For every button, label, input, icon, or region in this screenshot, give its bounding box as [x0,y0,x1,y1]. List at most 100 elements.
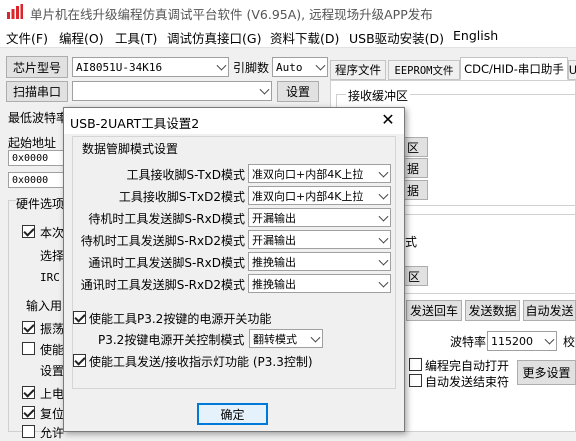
dialog-title-bar: USB-2UART工具设置2 ✕ [64,108,404,134]
power-mode-value: 翻转模式 [253,332,297,346]
txd-mode-select[interactable]: 准双向口+内部4K上拉 [248,164,391,183]
address2-input[interactable]: 0x0000 [8,172,64,188]
menu-bar: 文件(F) 编程(O) 工具(T) 调试仿真接口(G) 资料下载(D) USB驱… [0,24,576,48]
start-address-input[interactable]: 0x0000 [8,150,64,166]
baud-rate-value: 115200 [491,334,533,348]
chevron-down-icon [259,84,270,95]
baud-rate-label: 波特率 [450,335,487,349]
txd2-mode-select[interactable]: 准双向口+内部4K上拉 [248,186,391,205]
comm-rxd2-mode-label: 通讯时工具发送脚S-RxD2模式 [80,278,245,292]
txd2-mode-label: 工具接收脚S-TxD2模式 [118,190,245,204]
chevron-down-icon [378,233,389,244]
tab-eeprom-file[interactable]: EEPROM文件 [388,60,460,80]
indicator-enable-checkbox[interactable] [73,354,86,367]
address2-value: 0x0000 [12,174,49,186]
option-label-5: 振荡 [40,322,65,336]
send-return-button[interactable]: 发送回车 [406,300,462,321]
chevron-down-icon [216,60,227,71]
ok-button[interactable]: 确定 [197,403,268,425]
indicator-enable-label: 使能工具发送/接收指示灯功能 (P3.3控制) [89,355,313,369]
title-bar: 单片机在线升级编程仿真调试平台软件 (V6.95A), 远程现场升级APP发布 [0,0,576,24]
option-label-1: 本次 [40,226,65,240]
menu-debug[interactable]: 调试仿真接口(G) [167,28,261,47]
chip-model-value: AI8051U-34K16 [76,60,163,74]
pin-count-select[interactable]: Auto [272,57,328,77]
power-mode-select[interactable]: 翻转模式 [249,329,323,348]
more-settings-button[interactable]: 更多设置 [517,360,576,385]
option-label-9: 复位 [40,407,65,421]
txd-mode-value: 准双向口+内部4K上拉 [252,167,364,181]
auto-open-checkbox[interactable] [409,358,422,371]
comm-rxd-mode-value: 推挽输出 [252,255,296,269]
send-mode-label: 式 [405,233,418,250]
min-baud-label: 最低波特率 [8,111,69,125]
standby-rxd-mode-label: 待机时工具发送脚S-RxD模式 [88,212,245,226]
auto-end-label: 自动发送结束符 [425,375,510,389]
usb-uart-settings-dialog: USB-2UART工具设置2 ✕ 数据管脚模式设置 工具接收脚S-TxD模式 准… [63,107,405,432]
menu-downloads[interactable]: 资料下载(D) [270,28,339,47]
option-checkbox-8[interactable] [22,386,35,399]
power-mode-label: P3.2按键电源开关控制模式 [98,333,245,347]
hardware-options-label: 硬件选项 [16,195,65,212]
close-icon[interactable]: ✕ [378,110,398,130]
menu-tools[interactable]: 工具(T) [115,28,157,47]
option-label-4: 输入用 [26,299,63,313]
power-enable-checkbox[interactable] [73,311,86,324]
comm-rxd2-mode-value: 推挽输出 [252,277,296,291]
comm-rxd-mode-select[interactable]: 推挽输出 [248,252,391,271]
standby-rxd2-mode-select[interactable]: 开漏输出 [248,230,391,249]
chevron-down-icon [378,277,389,288]
parity-label: 校 [563,335,576,349]
scan-port-button[interactable]: 扫描串口 [6,81,68,102]
option-label-8: 上电 [40,387,65,401]
option-label-6: 使能 [40,343,65,357]
dialog-title: USB-2UART工具设置2 [70,116,200,131]
standby-rxd-mode-select[interactable]: 开漏输出 [248,208,391,227]
txd-mode-label: 工具接收脚S-TxD模式 [126,168,245,182]
send-data-button[interactable]: 发送数据 [465,300,520,321]
auto-open-label: 编程完自动打开 [425,359,510,373]
chevron-down-icon [378,211,389,222]
standby-rxd2-mode-value: 开漏输出 [252,233,296,247]
menu-usb-driver[interactable]: USB驱动安装(D) [349,28,444,47]
txd2-mode-value: 准双向口+内部4K上拉 [252,189,364,203]
chip-model-select[interactable]: AI8051U-34K16 [72,57,229,77]
option-checkbox-5[interactable] [22,321,35,334]
auto-end-checkbox[interactable] [409,374,422,387]
auto-send-button[interactable]: 自动发送 [523,300,576,321]
window-title: 单片机在线升级编程仿真调试平台软件 (V6.95A), 远程现场升级APP发布 [30,7,433,22]
option-checkbox-9[interactable] [22,406,35,419]
baud-rate-select[interactable]: 115200 [487,331,557,351]
pin-mode-group-label: 数据管脚模式设置 [80,140,181,157]
option-checkbox-1[interactable] [22,225,35,238]
start-address-value: 0x0000 [12,152,49,164]
chevron-down-icon [378,189,389,200]
comm-rxd-mode-label: 通讯时工具发送脚S-RxD模式 [88,256,245,270]
standby-rxd-mode-value: 开漏输出 [252,211,296,225]
menu-program[interactable]: 编程(O) [59,28,104,47]
pin-count-label: 引脚数 [233,61,270,75]
comm-rxd2-mode-select[interactable]: 推挽输出 [248,274,391,293]
option-checkbox-6[interactable] [22,342,35,355]
port-settings-button[interactable]: 设置 [277,81,319,102]
option-label-7: 设置 [40,364,65,378]
chevron-down-icon [310,332,321,343]
option-label-3: IRC [40,271,60,284]
menu-english[interactable]: English [453,28,498,43]
standby-rxd2-mode-label: 待机时工具发送脚S-RxD2模式 [80,234,245,248]
chevron-down-icon [544,334,555,345]
start-address-label: 起始地址 [8,136,57,150]
chip-model-label: 芯片型号 [6,56,68,78]
tab-cdc-hid-serial[interactable]: CDC/HID-串口助手 [460,57,568,80]
menu-file[interactable]: 文件(F) [6,28,48,47]
receive-buffer-label: 接收缓冲区 [346,87,411,104]
chevron-down-icon [378,255,389,266]
chevron-down-icon [315,60,326,71]
port-select[interactable] [72,81,272,101]
power-enable-label: 使能工具P3.2按键的电源开关功能 [89,312,272,326]
tab-program-file[interactable]: 程序文件 [330,60,386,80]
chevron-down-icon [378,167,389,178]
option-label-2: 选择 [40,249,65,263]
app-logo-icon [7,4,23,19]
tab-more[interactable]: U [568,60,576,80]
